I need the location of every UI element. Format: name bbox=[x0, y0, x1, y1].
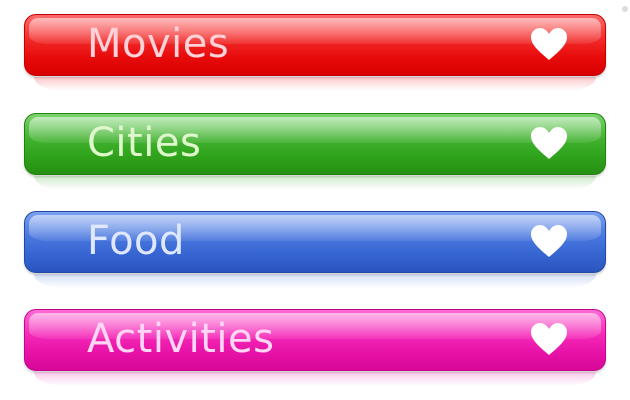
heart-icon[interactable] bbox=[529, 320, 569, 360]
button-reflection bbox=[34, 274, 596, 288]
heart-icon[interactable] bbox=[529, 124, 569, 164]
button-label: Activities bbox=[87, 316, 275, 363]
button-label: Food bbox=[87, 218, 185, 265]
button-reflection bbox=[34, 77, 596, 91]
food-button[interactable]: Food bbox=[24, 211, 606, 273]
button-reflection bbox=[34, 176, 596, 190]
button-label: Movies bbox=[87, 21, 230, 68]
corner-dot bbox=[622, 6, 628, 12]
button-reflection bbox=[34, 372, 596, 386]
movies-button[interactable]: Movies bbox=[24, 14, 606, 76]
heart-icon[interactable] bbox=[529, 25, 569, 65]
activities-button[interactable]: Activities bbox=[24, 309, 606, 371]
cities-button[interactable]: Cities bbox=[24, 113, 606, 175]
button-label: Cities bbox=[87, 120, 202, 167]
heart-icon[interactable] bbox=[529, 222, 569, 262]
